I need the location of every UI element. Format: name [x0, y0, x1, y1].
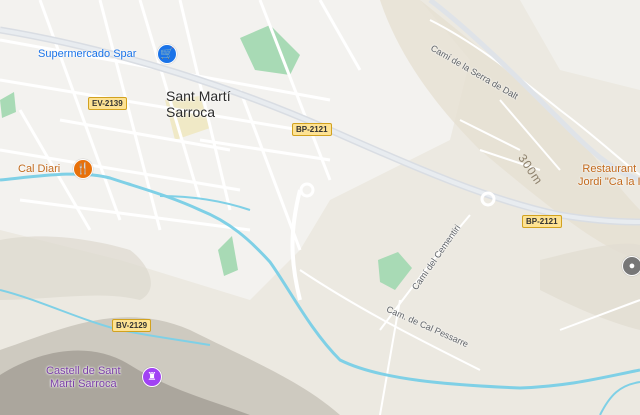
town-name-line1: Sant Martí [166, 88, 231, 104]
town-name-line2: Sarroca [166, 104, 216, 121]
road-shield-bp2121: BP-2121 [292, 123, 332, 136]
place-pin-icon[interactable]: ● [622, 256, 640, 276]
poi-castle-line2: Martí Sarroca [49, 377, 117, 390]
town-label[interactable]: Sant Martí Sarroca [166, 88, 231, 120]
poi-supermarket-name: Supermercado Spar [38, 48, 137, 60]
road-shield-bv2129: BV-2129 [112, 319, 152, 332]
river-branch [599, 381, 640, 415]
poi-cal-diari-name: Cal Diari [18, 163, 61, 175]
poi-castle-line1: Castell de Sant [46, 365, 121, 377]
park-area [378, 252, 412, 290]
urban-area-east [520, 0, 640, 90]
poi-restaurant-right-line2: Jordi "Ca la I [578, 175, 640, 188]
poi-restaurant-right-line1: Restaurant [582, 163, 637, 175]
terrain-hill-right [540, 243, 640, 330]
poi-cal-diari[interactable]: Cal Diari [18, 163, 60, 176]
poi-restaurant-right[interactable]: Restaurant Jordi "Ca la I [578, 163, 640, 188]
poi-castle[interactable]: Castell de Sant Martí Sarroca [46, 365, 121, 390]
map-base [0, 0, 640, 415]
shopping-cart-icon[interactable]: 🛒 [157, 44, 177, 64]
castle-icon[interactable]: ♜ [142, 367, 162, 387]
fork-knife-icon[interactable]: 🍴 [73, 159, 93, 179]
road-shield-bp2121: BP-2121 [522, 215, 562, 228]
poi-supermarket[interactable]: Supermercado Spar [38, 48, 136, 61]
map-view[interactable]: Sant Martí Sarroca Supermercado Spar 🛒 C… [0, 0, 640, 415]
road-shield-ev2139: EV-2139 [88, 97, 127, 110]
